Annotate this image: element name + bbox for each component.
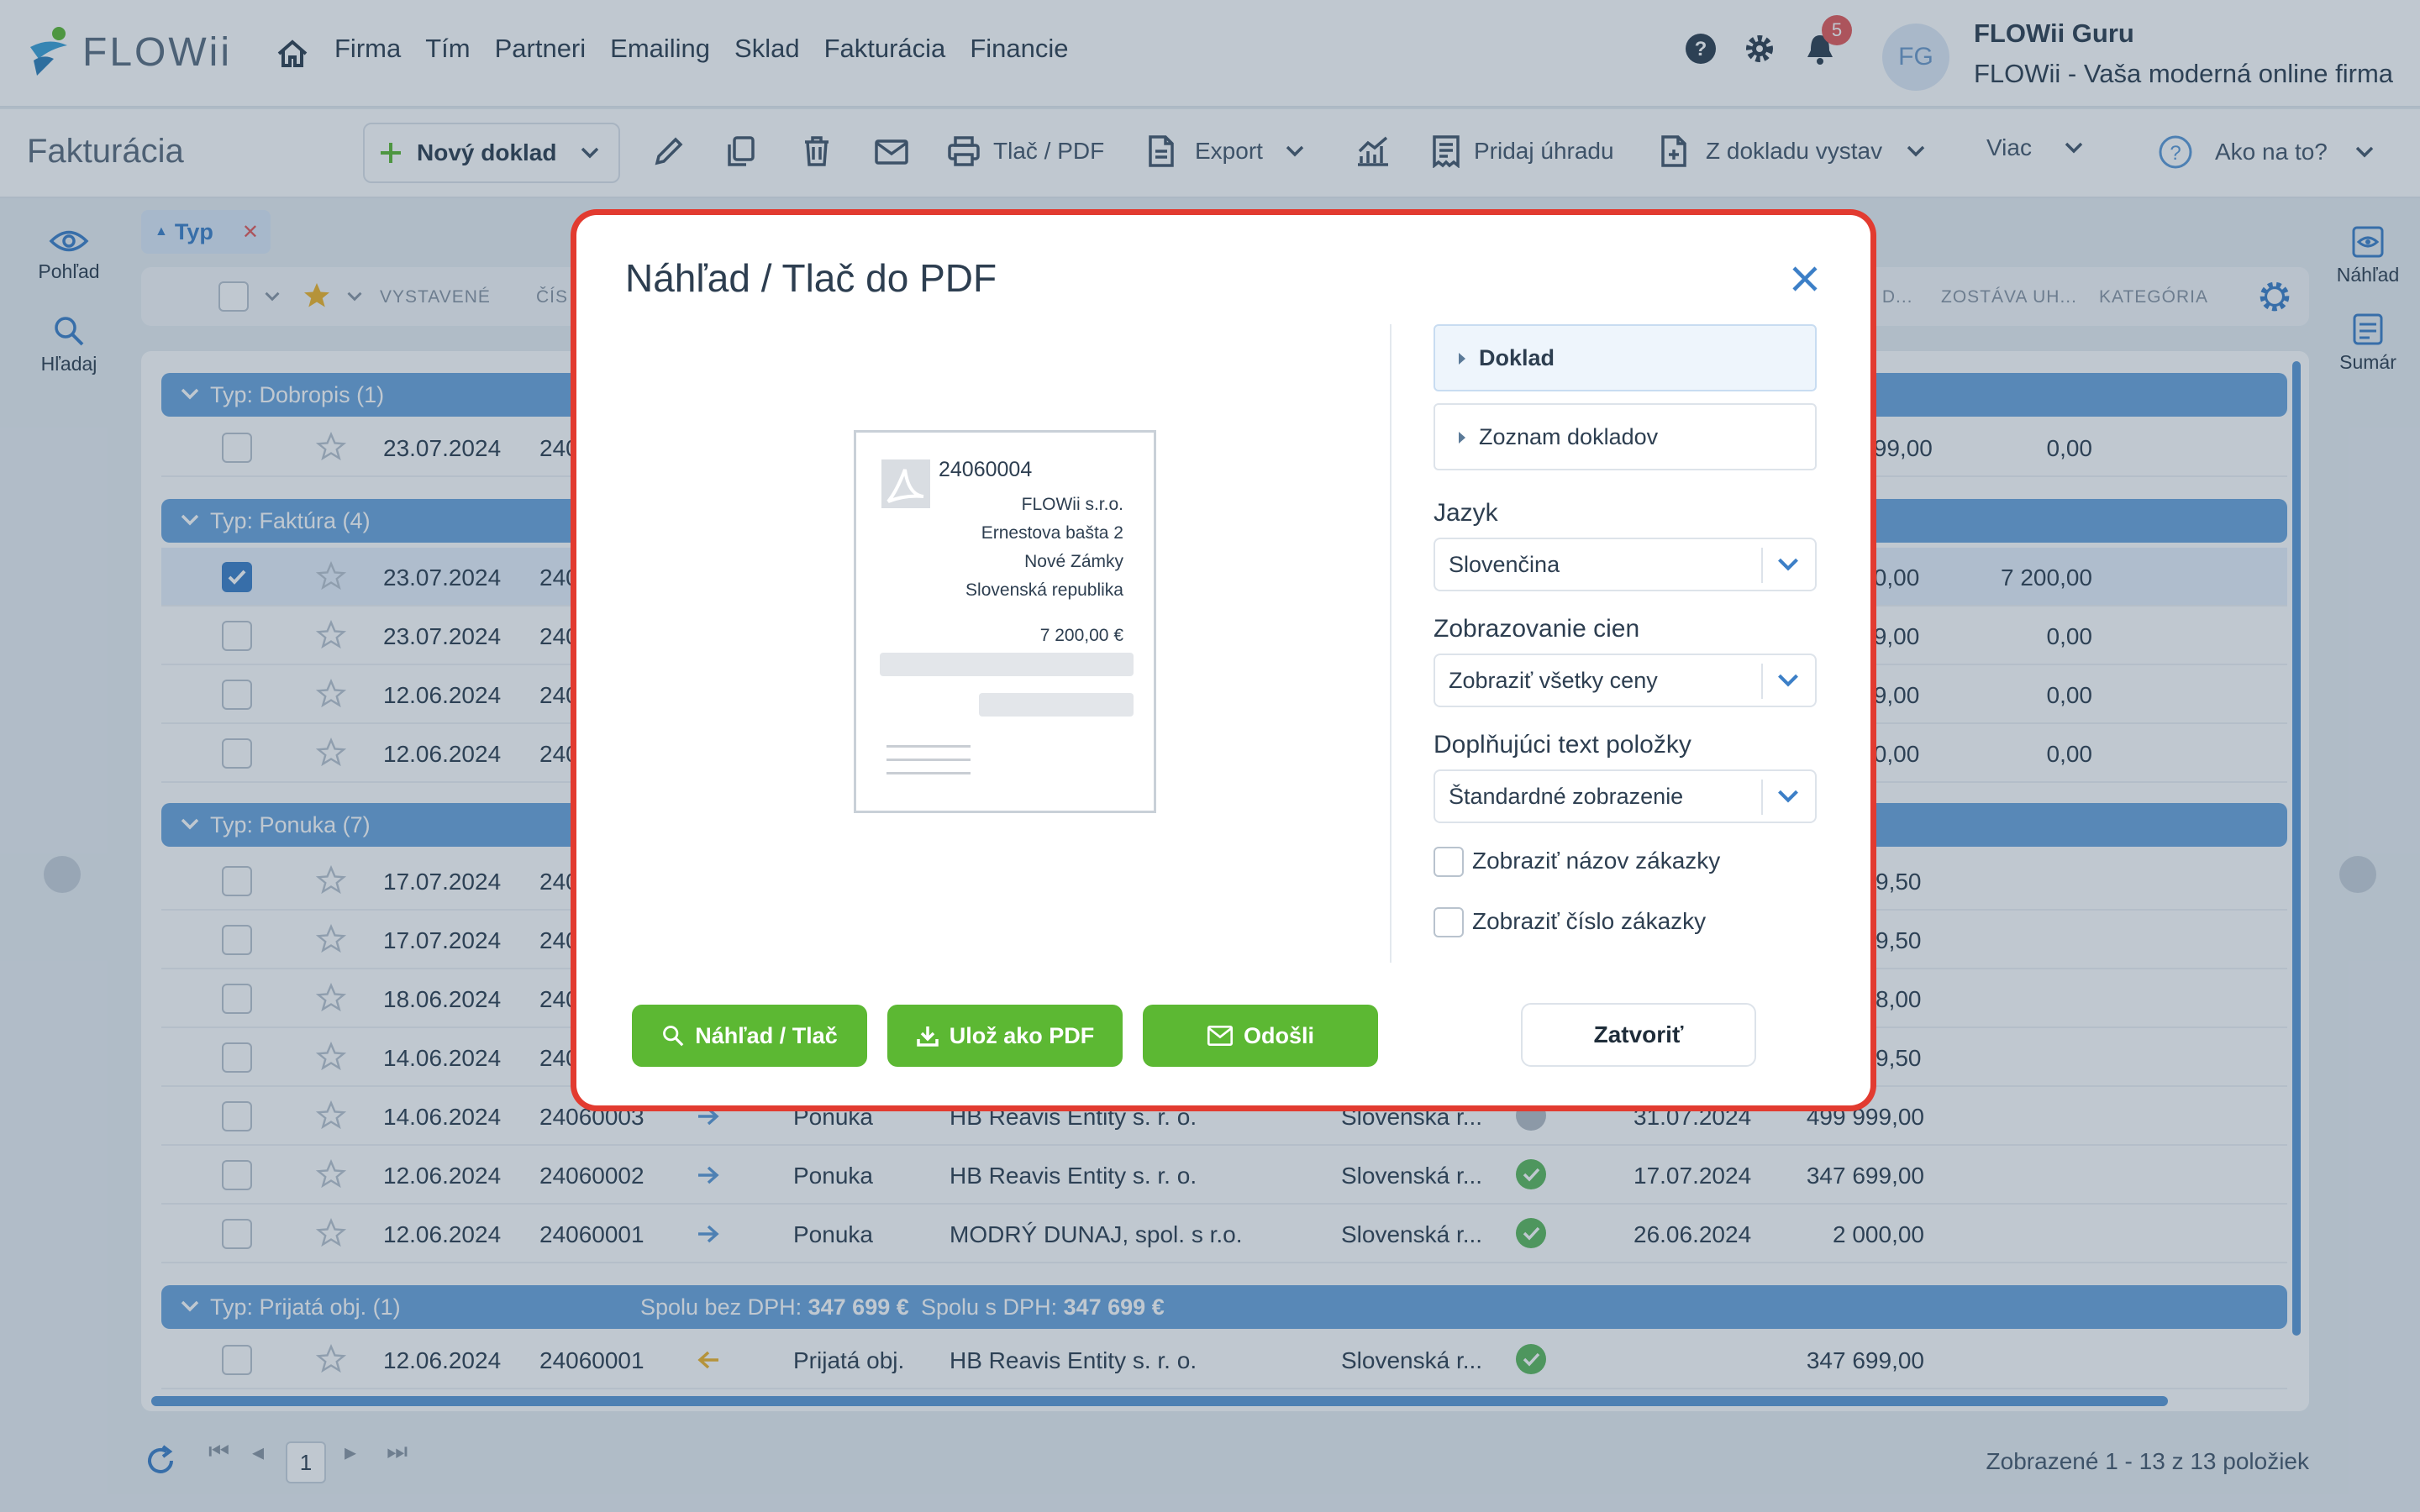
select-separator xyxy=(1761,664,1763,699)
send-label: Odošli xyxy=(1243,1022,1314,1048)
language-value: Slovenčina xyxy=(1449,552,1560,577)
document-preview: 24060004 FLOWii s.r.o. Ernestova bašta 2… xyxy=(854,430,1156,813)
language-label: Jazyk xyxy=(1434,499,1498,527)
item-text-label: Doplňujúci text položky xyxy=(1434,731,1691,759)
preview-placeholder-bar xyxy=(979,693,1134,717)
chevron-down-icon xyxy=(1778,558,1798,571)
print-pdf-dialog: Náhľad / Tlač do PDF 24060004 FLOWii s.r… xyxy=(576,215,1870,1105)
prices-label: Zobrazovanie cien xyxy=(1434,615,1640,643)
item-text-select[interactable]: Štandardné zobrazenie xyxy=(1434,769,1817,823)
dialog-divider xyxy=(1390,324,1392,963)
preview-total: 7 200,00 € xyxy=(1039,626,1123,645)
preview-company: FLOWii s.r.o. xyxy=(1021,495,1123,514)
caret-right-icon xyxy=(1459,353,1465,365)
save-pdf-button[interactable]: Ulož ako PDF xyxy=(887,1005,1123,1067)
download-icon xyxy=(916,1026,939,1047)
pdf-icon xyxy=(881,459,930,508)
show-order-number-checkbox[interactable]: Zobraziť číslo zákazky xyxy=(1434,906,1706,939)
chevron-down-icon xyxy=(1778,790,1798,803)
chevron-down-icon xyxy=(1778,674,1798,687)
item-text-value: Štandardné zobrazenie xyxy=(1449,784,1684,809)
preview-rule xyxy=(886,745,971,748)
select-separator xyxy=(1761,548,1763,583)
preview-number: 24060004 xyxy=(939,458,1033,481)
send-button[interactable]: Odošli xyxy=(1143,1005,1378,1067)
preview-print-label: Náhľad / Tlač xyxy=(695,1022,838,1048)
tab-zoznam-dokladov[interactable]: Zoznam dokladov xyxy=(1434,403,1817,470)
preview-placeholder-bar xyxy=(880,653,1134,676)
checkbox-box[interactable] xyxy=(1434,907,1464,937)
tab-doklad-label: Doklad xyxy=(1479,345,1555,370)
preview-print-button[interactable]: Náhľad / Tlač xyxy=(632,1005,867,1067)
preview-country: Slovenská republika xyxy=(965,580,1123,600)
mail-icon xyxy=(1207,1026,1234,1046)
tab-doklad[interactable]: Doklad xyxy=(1434,324,1817,391)
close-icon[interactable] xyxy=(1790,264,1820,294)
preview-street: Ernestova bašta 2 xyxy=(981,523,1123,543)
select-separator xyxy=(1761,780,1763,815)
save-pdf-label: Ulož ako PDF xyxy=(949,1022,1095,1048)
preview-rule xyxy=(886,772,971,774)
language-select[interactable]: Slovenčina xyxy=(1434,538,1817,591)
search-icon xyxy=(663,1026,684,1047)
prices-select[interactable]: Zobraziť všetky ceny xyxy=(1434,654,1817,707)
dialog-title: Náhľad / Tlač do PDF xyxy=(625,256,997,300)
prices-value: Zobraziť všetky ceny xyxy=(1449,668,1658,693)
close-button[interactable]: Zatvoriť xyxy=(1521,1003,1756,1067)
caret-right-icon xyxy=(1459,432,1465,444)
preview-city: Nové Zámky xyxy=(1024,552,1123,571)
show-order-name-checkbox[interactable]: Zobraziť názov zákazky xyxy=(1434,845,1720,879)
show-order-number-label: Zobraziť číslo zákazky xyxy=(1472,908,1707,934)
checkbox-box[interactable] xyxy=(1434,847,1464,877)
preview-rule xyxy=(886,759,971,761)
show-order-name-label: Zobraziť názov zákazky xyxy=(1472,848,1721,874)
tab-zoznam-label: Zoznam dokladov xyxy=(1479,424,1659,449)
